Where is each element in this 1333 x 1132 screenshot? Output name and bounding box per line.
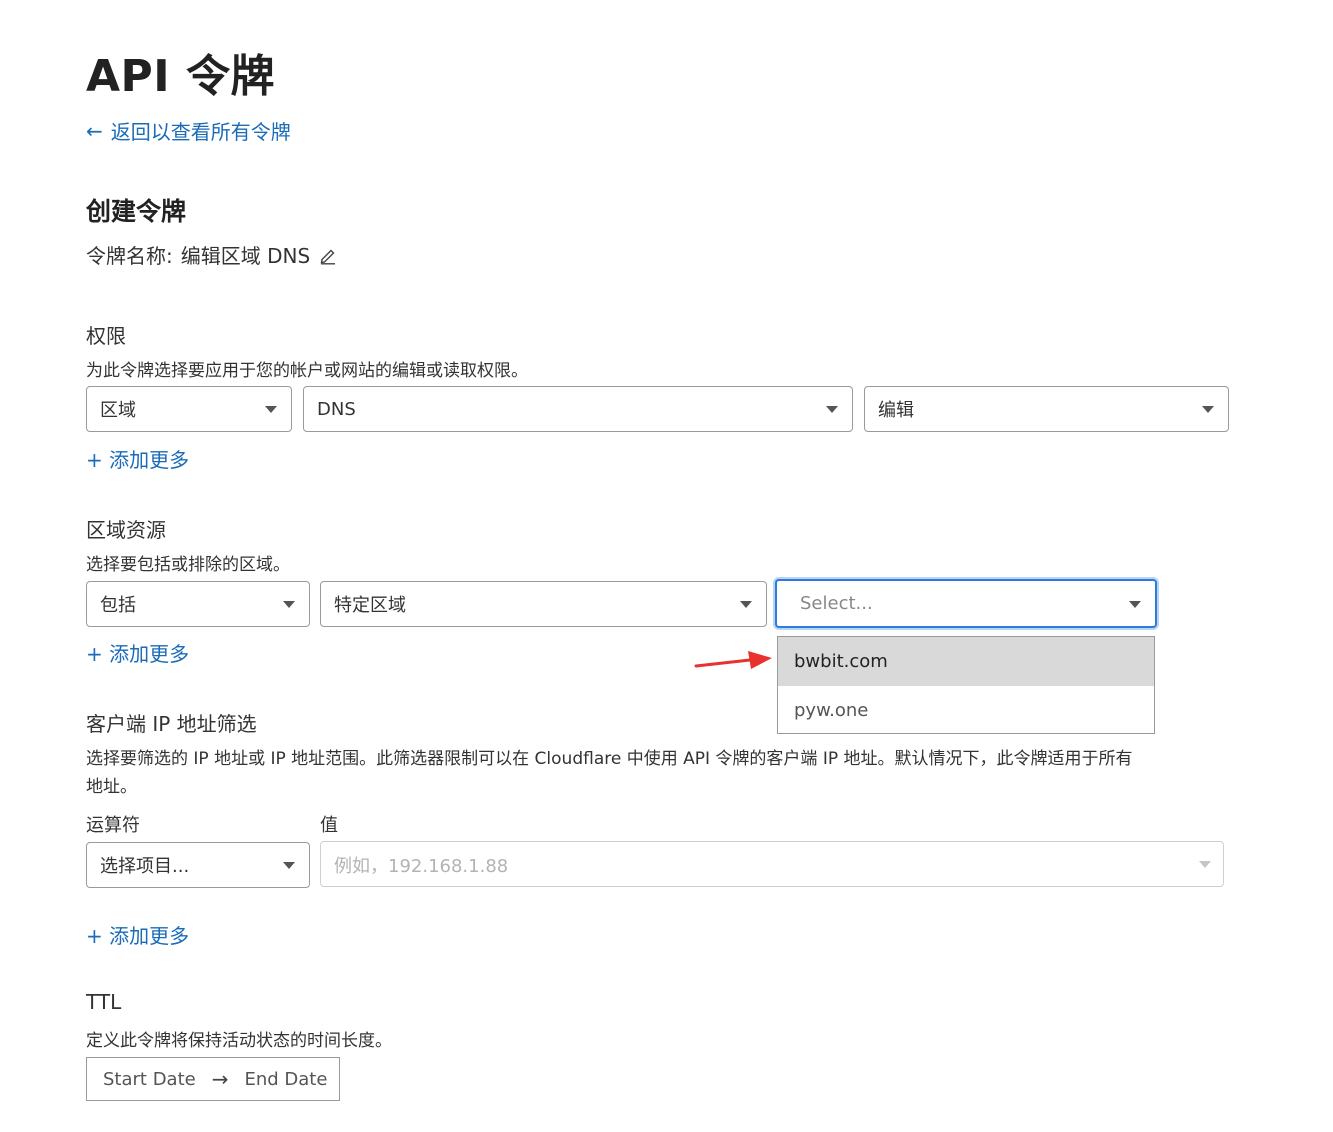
permissions-description: 为此令牌选择要应用于您的帐户或网站的编辑或读取权限。 bbox=[86, 361, 528, 381]
zone-include-value: 包括 bbox=[100, 595, 136, 616]
zone-dropdown-menu: bwbit.com pyw.one bbox=[777, 636, 1155, 734]
zone-type-select[interactable]: 特定区域 bbox=[320, 581, 767, 627]
zone-include-select[interactable]: 包括 bbox=[86, 581, 310, 627]
chevron-down-icon bbox=[826, 406, 838, 413]
token-name-value: 编辑区域 DNS bbox=[180, 244, 311, 268]
chevron-down-icon bbox=[1199, 861, 1211, 868]
red-arrow-icon bbox=[694, 648, 774, 676]
create-token-title: 创建令牌 bbox=[86, 197, 187, 226]
operator-label: 运算符 bbox=[86, 815, 140, 836]
pencil-icon[interactable] bbox=[318, 245, 338, 265]
ttl-date-range: Start Date → End Date bbox=[86, 1057, 340, 1101]
ttl-title: TTL bbox=[86, 990, 122, 1014]
zone-resources-title: 区域资源 bbox=[86, 518, 166, 542]
zone-option-bwbit[interactable]: bwbit.com bbox=[778, 637, 1154, 686]
start-date-input[interactable]: Start Date bbox=[103, 1069, 196, 1090]
page-title: API 令牌 bbox=[86, 51, 275, 102]
chevron-down-icon bbox=[265, 406, 277, 413]
back-link-label: 返回以查看所有令牌 bbox=[110, 120, 291, 144]
end-date-input[interactable]: End Date bbox=[244, 1069, 327, 1090]
permission-scope-select[interactable]: DNS bbox=[303, 386, 853, 432]
value-label: 值 bbox=[320, 815, 338, 836]
chevron-down-icon bbox=[1202, 406, 1214, 413]
ip-filter-title: 客户端 IP 地址筛选 bbox=[86, 712, 257, 736]
ttl-description: 定义此令牌将保持活动状态的时间长度。 bbox=[86, 1031, 392, 1051]
ip-filter-description-line2: 地址。 bbox=[86, 777, 137, 797]
token-name-label: 令牌名称: bbox=[86, 244, 173, 268]
zone-option-pyw[interactable]: pyw.one bbox=[778, 686, 1154, 735]
operator-select[interactable]: 选择项目... bbox=[86, 842, 310, 888]
permissions-title: 权限 bbox=[86, 324, 126, 348]
permission-resource-select[interactable]: 区域 bbox=[86, 386, 292, 432]
ip-value-input[interactable]: 例如，192.168.1.88 bbox=[320, 841, 1224, 887]
add-ip-filter-button[interactable]: + 添加更多 bbox=[86, 920, 189, 949]
ip-filter-description-line1: 选择要筛选的 IP 地址或 IP 地址范围。此筛选器限制可以在 Cloudfla… bbox=[86, 749, 1133, 769]
permission-level-value: 编辑 bbox=[878, 400, 914, 421]
zone-resources-description: 选择要包括或排除的区域。 bbox=[86, 555, 290, 575]
zone-select-placeholder: Select... bbox=[800, 593, 873, 614]
permission-scope-value: DNS bbox=[317, 398, 356, 420]
arrow-right-icon: → bbox=[211, 1067, 229, 1091]
zone-type-value: 特定区域 bbox=[334, 595, 406, 616]
ip-value-placeholder: 例如，192.168.1.88 bbox=[334, 856, 509, 877]
chevron-down-icon bbox=[740, 601, 752, 608]
chevron-down-icon bbox=[283, 862, 295, 869]
token-name-row: 令牌名称: 编辑区域 DNS bbox=[86, 240, 338, 269]
permission-resource-value: 区域 bbox=[100, 400, 136, 421]
back-to-tokens-link[interactable]: ← 返回以查看所有令牌 bbox=[86, 116, 291, 145]
arrow-left-icon: ← bbox=[86, 118, 103, 143]
add-permission-button[interactable]: + 添加更多 bbox=[86, 444, 189, 473]
operator-select-placeholder: 选择项目... bbox=[100, 856, 190, 877]
chevron-down-icon bbox=[283, 601, 295, 608]
zone-select[interactable]: Select... bbox=[775, 579, 1157, 628]
chevron-down-icon bbox=[1129, 600, 1141, 608]
permission-level-select[interactable]: 编辑 bbox=[864, 386, 1229, 432]
add-zone-resource-button[interactable]: + 添加更多 bbox=[86, 638, 189, 667]
